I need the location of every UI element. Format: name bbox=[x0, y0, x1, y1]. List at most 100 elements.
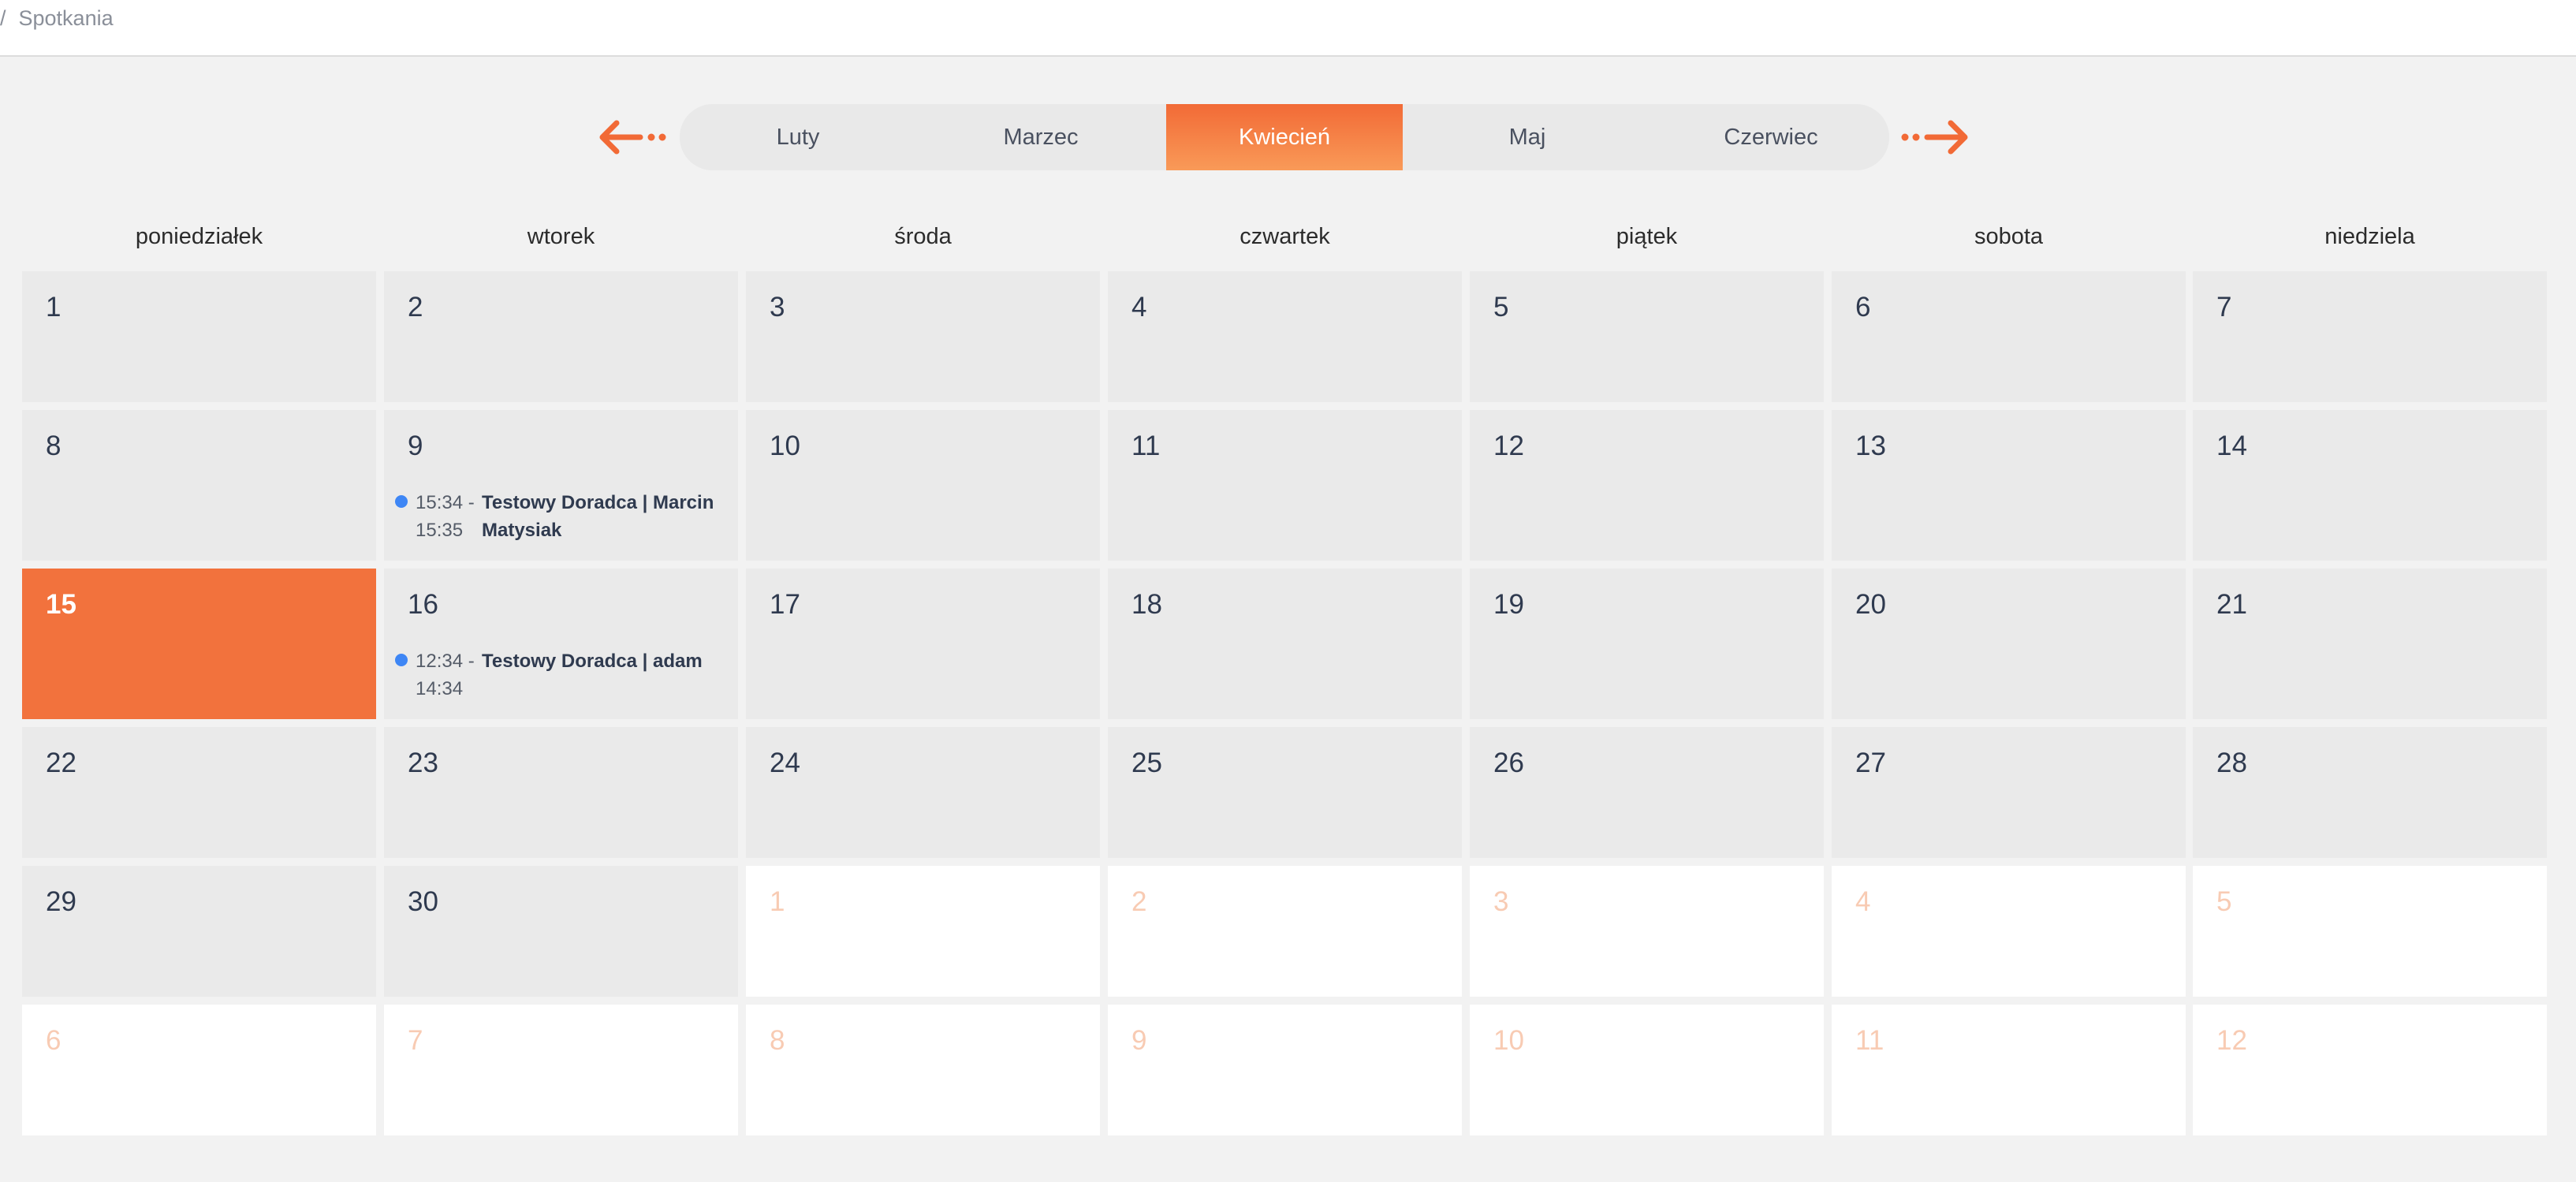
day-cell[interactable]: 1 bbox=[746, 866, 1100, 997]
day-cell[interactable]: 28 bbox=[2193, 727, 2547, 858]
day-cell[interactable]: 6 bbox=[22, 1005, 376, 1135]
day-cell[interactable]: 24 bbox=[746, 727, 1100, 858]
event-dot-icon bbox=[395, 495, 408, 508]
day-cell[interactable]: 6 bbox=[1832, 271, 2186, 402]
day-number: 1 bbox=[46, 292, 62, 323]
day-number: 2 bbox=[408, 292, 423, 323]
day-number: 29 bbox=[46, 886, 76, 917]
day-number: 28 bbox=[2216, 748, 2247, 778]
day-cell[interactable]: 29 bbox=[22, 866, 376, 997]
day-number: 2 bbox=[1131, 886, 1147, 917]
day-number: 6 bbox=[1855, 292, 1871, 323]
day-cell[interactable]: 11 bbox=[1832, 1005, 2186, 1135]
calendar-event[interactable]: 15:34 - 15:35 Testowy Doradca | Marcin Mat… bbox=[395, 489, 726, 544]
day-number: 19 bbox=[1493, 589, 1524, 620]
day-cell[interactable]: 12 bbox=[2193, 1005, 2547, 1135]
day-cell[interactable]: 4 bbox=[1108, 271, 1462, 402]
day-cell[interactable]: 4 bbox=[1832, 866, 2186, 997]
day-cell[interactable]: 25 bbox=[1108, 727, 1462, 858]
day-cell[interactable]: 5 bbox=[1470, 271, 1824, 402]
day-cell[interactable]: 3 bbox=[1470, 866, 1824, 997]
day-cell[interactable]: 16 12:34 - 14:34 Testowy Doradca | adam bbox=[384, 569, 738, 719]
tab-month-marzec[interactable]: Marzec bbox=[923, 104, 1159, 170]
day-number: 3 bbox=[770, 292, 785, 323]
day-number: 7 bbox=[408, 1025, 423, 1056]
day-cell[interactable]: 23 bbox=[384, 727, 738, 858]
tab-month-luty[interactable]: Luty bbox=[680, 104, 916, 170]
weekday-label: czwartek bbox=[1240, 223, 1330, 249]
day-number: 18 bbox=[1131, 589, 1162, 620]
event-title: Testowy Doradca | adam bbox=[482, 651, 703, 672]
calendar-event[interactable]: 12:34 - 14:34 Testowy Doradca | adam bbox=[395, 647, 726, 703]
event-end-time: 15:35 bbox=[416, 520, 464, 541]
day-cell[interactable]: 10 bbox=[746, 410, 1100, 561]
day-cell[interactable]: 27 bbox=[1832, 727, 2186, 858]
arrow-right-icon[interactable] bbox=[1896, 104, 1974, 170]
day-number: 21 bbox=[2216, 589, 2247, 620]
day-cell[interactable]: 9 bbox=[1108, 1005, 1462, 1135]
day-cell-today[interactable]: 15 bbox=[22, 569, 376, 719]
day-cell[interactable]: 13 bbox=[1832, 410, 2186, 561]
day-cell[interactable]: 11 bbox=[1108, 410, 1462, 561]
day-number: 12 bbox=[2216, 1025, 2247, 1056]
day-cell[interactable]: 20 bbox=[1832, 569, 2186, 719]
day-number: 5 bbox=[1493, 292, 1509, 323]
tab-month-czerwiec[interactable]: Czerwiec bbox=[1653, 104, 1889, 170]
day-number: 9 bbox=[408, 431, 423, 461]
breadcrumb-separator: / bbox=[0, 6, 6, 30]
event-title: Testowy Doradca | Marcin Matysiak bbox=[482, 492, 714, 541]
day-number: 8 bbox=[46, 431, 62, 461]
day-number: 14 bbox=[2216, 431, 2247, 461]
day-number: 10 bbox=[1493, 1025, 1524, 1056]
day-cell[interactable]: 7 bbox=[2193, 271, 2547, 402]
day-number: 20 bbox=[1855, 589, 1886, 620]
breadcrumb: / Spotkania bbox=[0, 6, 114, 31]
weekday-label: piątek bbox=[1616, 223, 1678, 249]
day-number: 9 bbox=[1131, 1025, 1147, 1056]
day-number: 13 bbox=[1855, 431, 1886, 461]
day-cell[interactable]: 26 bbox=[1470, 727, 1824, 858]
day-cell[interactable]: 22 bbox=[22, 727, 376, 858]
day-cell[interactable]: 10 bbox=[1470, 1005, 1824, 1135]
weekday-label: niedziela bbox=[2324, 223, 2415, 249]
day-cell[interactable]: 1 bbox=[22, 271, 376, 402]
calendar-grid: 1 2 3 4 5 6 7 8 9 15:34 -15:35 Testowy Doradca | M… bbox=[22, 271, 2547, 1135]
weekday-label: środa bbox=[894, 223, 952, 249]
day-number: 3 bbox=[1493, 886, 1509, 917]
tab-month-kwiecien[interactable]: Kwiecień bbox=[1166, 104, 1403, 170]
day-cell[interactable]: 9 15:34 - 15:35 Testowy Doradca | Marcin Ma… bbox=[384, 410, 738, 561]
arrow-left-icon[interactable] bbox=[593, 104, 672, 170]
day-cell[interactable]: 8 bbox=[22, 410, 376, 561]
weekday-label: sobota bbox=[1974, 223, 2044, 249]
day-number: 6 bbox=[46, 1025, 62, 1056]
day-cell[interactable]: 8 bbox=[746, 1005, 1100, 1135]
day-cell[interactable]: 3 bbox=[746, 271, 1100, 402]
day-cell[interactable]: 14 bbox=[2193, 410, 2547, 561]
day-cell[interactable]: 2 bbox=[1108, 866, 1462, 997]
day-cell[interactable]: 19 bbox=[1470, 569, 1824, 719]
day-cell[interactable]: 17 bbox=[746, 569, 1100, 719]
event-start-time: 15:34 - bbox=[416, 492, 475, 513]
day-cell[interactable]: 5 bbox=[2193, 866, 2547, 997]
day-number: 30 bbox=[408, 886, 438, 917]
day-number: 26 bbox=[1493, 748, 1524, 778]
day-cell[interactable]: 12 bbox=[1470, 410, 1824, 561]
day-number: 17 bbox=[770, 589, 800, 620]
event-time: 15:34 - 15:35 bbox=[416, 489, 480, 544]
day-number: 27 bbox=[1855, 748, 1886, 778]
breadcrumb-current[interactable]: Spotkania bbox=[19, 6, 114, 30]
day-cell[interactable]: 30 bbox=[384, 866, 738, 997]
tab-month-maj[interactable]: Maj bbox=[1409, 104, 1646, 170]
day-cell[interactable]: 2 bbox=[384, 271, 738, 402]
day-number: 23 bbox=[408, 748, 438, 778]
day-number: 22 bbox=[46, 748, 76, 778]
day-cell[interactable]: 7 bbox=[384, 1005, 738, 1135]
day-number: 5 bbox=[2216, 886, 2232, 917]
day-number: 7 bbox=[2216, 292, 2232, 323]
event-time: 12:34 - 14:34 bbox=[416, 647, 480, 703]
day-number: 25 bbox=[1131, 748, 1162, 778]
day-cell[interactable]: 18 bbox=[1108, 569, 1462, 719]
day-cell[interactable]: 21 bbox=[2193, 569, 2547, 719]
month-navigation: Luty Marzec Kwiecień Maj Czerwiec bbox=[0, 104, 2576, 170]
day-number: 4 bbox=[1855, 886, 1871, 917]
